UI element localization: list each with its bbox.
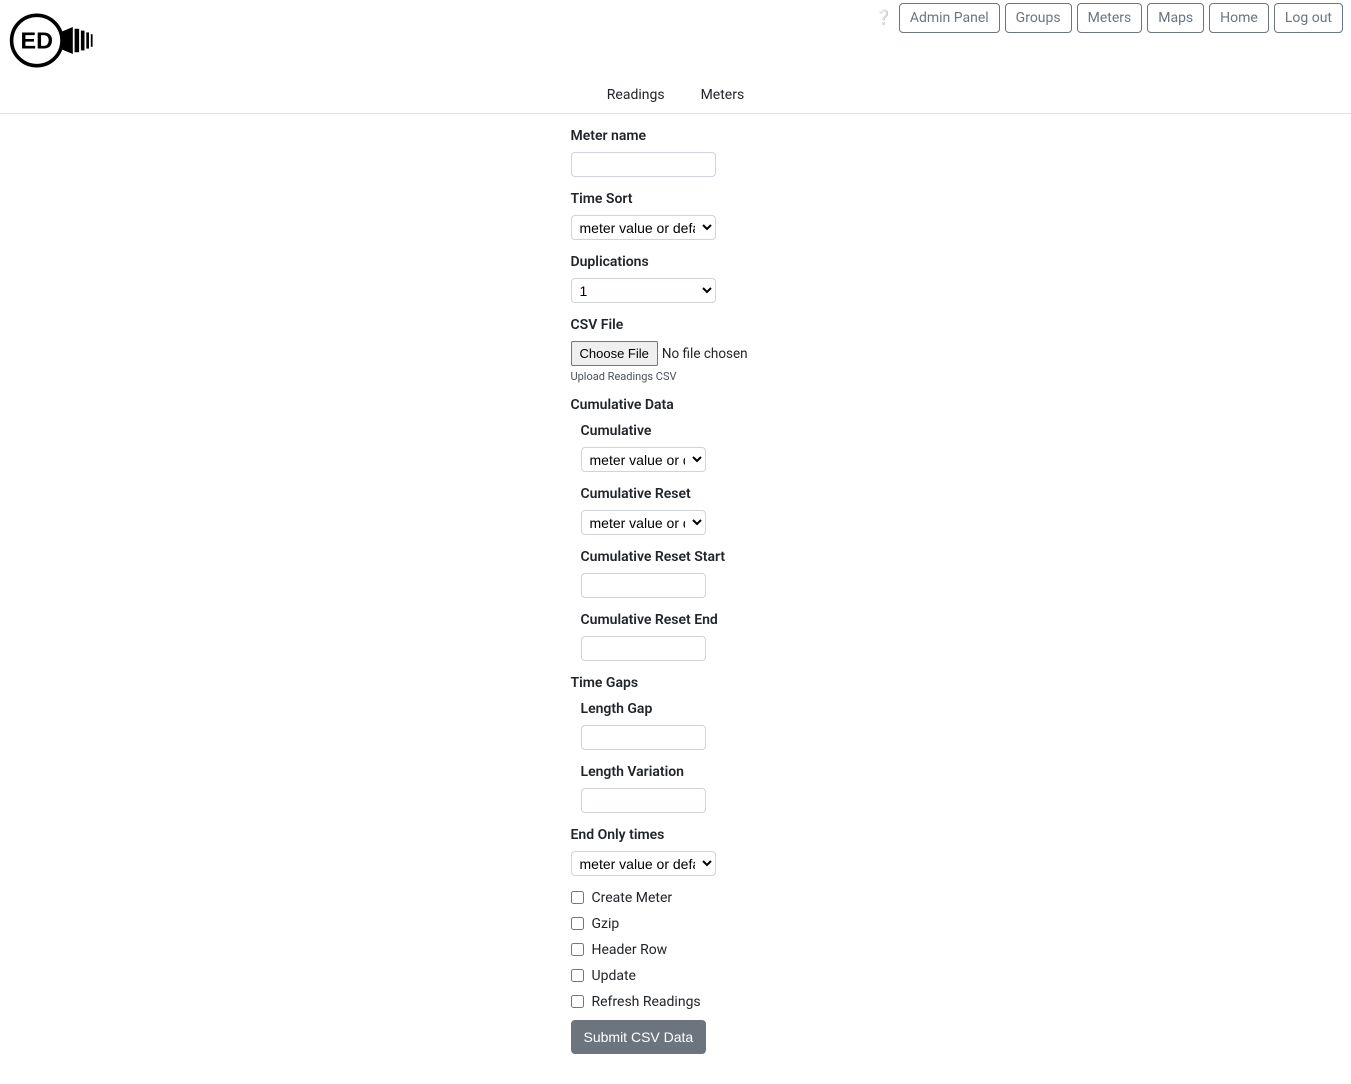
update-label: Update	[592, 968, 636, 984]
cumulative-reset-label: Cumulative Reset	[581, 486, 801, 502]
tab-readings[interactable]: Readings	[599, 77, 673, 113]
help-icon[interactable]: ❔	[875, 10, 892, 26]
submit-csv-button[interactable]: Submit CSV Data	[571, 1020, 707, 1054]
refresh-readings-checkbox[interactable]	[571, 995, 584, 1008]
cumulative-reset-end-label: Cumulative Reset End	[581, 612, 801, 628]
nav-meters[interactable]: Meters	[1077, 3, 1143, 33]
meter-name-label: Meter name	[571, 128, 801, 144]
duplications-label: Duplications	[571, 254, 801, 270]
cumulative-label: Cumulative	[581, 423, 801, 439]
header-row-checkbox[interactable]	[571, 943, 584, 956]
header-row-label: Header Row	[592, 942, 668, 958]
choose-file-button[interactable]: Choose File	[571, 341, 658, 366]
length-gap-input[interactable]	[581, 725, 706, 750]
cumulative-reset-start-input[interactable]	[581, 573, 706, 598]
length-variation-label: Length Variation	[581, 764, 801, 780]
nav-logout[interactable]: Log out	[1274, 3, 1343, 33]
nav-home[interactable]: Home	[1209, 3, 1269, 33]
meter-name-input[interactable]	[571, 152, 716, 177]
end-only-times-label: End Only times	[571, 827, 801, 843]
create-meter-label: Create Meter	[592, 890, 673, 906]
cumulative-reset-end-input[interactable]	[581, 636, 706, 661]
cumulative-select[interactable]: meter value or def	[581, 447, 706, 472]
cumulative-reset-select[interactable]: meter value or def	[581, 510, 706, 535]
refresh-readings-label: Refresh Readings	[592, 994, 701, 1010]
end-only-times-select[interactable]: meter value or default	[571, 851, 716, 876]
cumulative-reset-start-label: Cumulative Reset Start	[581, 549, 801, 565]
gzip-label: Gzip	[592, 916, 620, 932]
cumulative-data-heading: Cumulative Data	[571, 397, 801, 413]
length-gap-label: Length Gap	[581, 701, 801, 717]
update-checkbox[interactable]	[571, 969, 584, 982]
time-gaps-heading: Time Gaps	[571, 675, 801, 691]
length-variation-input[interactable]	[581, 788, 706, 813]
create-meter-checkbox[interactable]	[571, 891, 584, 904]
nav-maps[interactable]: Maps	[1147, 3, 1204, 33]
tab-meters[interactable]: Meters	[693, 77, 753, 113]
upload-hint-text: Upload Readings CSV	[571, 370, 801, 383]
gzip-checkbox[interactable]	[571, 917, 584, 930]
duplications-select[interactable]: 1	[571, 278, 716, 303]
app-logo: ED	[8, 0, 98, 77]
nav-admin-panel[interactable]: Admin Panel	[899, 3, 1000, 33]
time-sort-label: Time Sort	[571, 191, 801, 207]
file-status-text: No file chosen	[662, 346, 748, 362]
svg-text:ED: ED	[21, 28, 54, 54]
nav-groups[interactable]: Groups	[1005, 3, 1072, 33]
time-sort-select[interactable]: meter value or default	[571, 215, 716, 240]
csv-file-label: CSV File	[571, 317, 801, 333]
logo-icon: ED	[8, 8, 98, 73]
